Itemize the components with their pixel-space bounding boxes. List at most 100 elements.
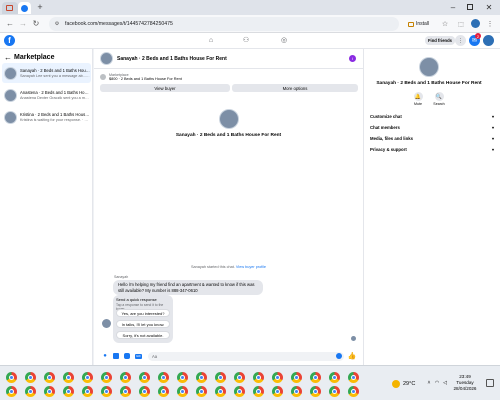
taskbar-chrome-icon[interactable] xyxy=(234,372,245,383)
listing-card[interactable]: Marketplace $800 · 2 Beds and 1 Baths Ho… xyxy=(100,70,358,84)
mic-icon[interactable]: ● xyxy=(102,353,108,360)
forward-icon[interactable]: → xyxy=(18,18,28,28)
taskbar-chrome-icon[interactable] xyxy=(329,386,340,397)
inbox-title: Marketplace xyxy=(14,53,55,61)
facebook-logo[interactable]: f xyxy=(4,35,15,46)
section-privacy-support[interactable]: Privacy & support ▾ xyxy=(370,144,494,155)
taskbar-chrome-icon[interactable] xyxy=(139,372,150,383)
account-avatar[interactable] xyxy=(483,35,494,46)
taskbar-chrome-icon[interactable] xyxy=(139,386,150,397)
conversation-item[interactable]: Sanayah · 2 Beds and 1 Baths House For R… xyxy=(2,63,91,83)
taskbar-chrome-icon[interactable] xyxy=(177,372,188,383)
chat-header-thumbnail xyxy=(100,52,113,65)
taskbar-chrome-icon[interactable] xyxy=(82,386,93,397)
chat-panel: Sanayah · 2 Beds and 1 Baths House For R… xyxy=(94,49,363,365)
taskbar-chrome-icon[interactable] xyxy=(6,386,17,397)
maximize-icon[interactable] xyxy=(467,4,473,10)
back-arrow-icon[interactable]: ← xyxy=(4,52,12,62)
taskbar-chrome-icon[interactable] xyxy=(6,372,17,383)
new-tab-icon[interactable]: + xyxy=(35,2,45,12)
quick-reply-yes[interactable]: Yes, are you interested? xyxy=(116,309,170,317)
volume-icon[interactable]: ◁ xyxy=(442,379,448,387)
groups-icon[interactable]: ◎ xyxy=(279,35,289,45)
taskbar-chrome-icon[interactable] xyxy=(310,386,321,397)
taskbar-chrome-icon[interactable] xyxy=(215,386,226,397)
reload-icon[interactable]: ↻ xyxy=(31,18,41,28)
section-customize-chat[interactable]: Customize chat ▾ xyxy=(370,111,494,122)
taskbar-chrome-icon[interactable] xyxy=(25,372,36,383)
taskbar-chrome-icon[interactable] xyxy=(158,372,169,383)
extensions-icon[interactable]: ⬚ xyxy=(456,19,466,29)
taskbar-chrome-icon[interactable] xyxy=(348,372,359,383)
conversation-item[interactable]: Anastena · 2 Beds and 1 Baths House For … xyxy=(2,85,91,105)
profile-avatar[interactable] xyxy=(471,19,480,28)
taskbar-chrome-icon[interactable] xyxy=(272,386,283,397)
tray-chevron-icon[interactable]: ˄ xyxy=(426,379,432,387)
address-bar[interactable]: ⚙ facebook.com/messages/t/14457427842504… xyxy=(49,17,399,31)
notifications-icon[interactable] xyxy=(486,379,494,387)
view-buyer-profile-link[interactable]: View buyer profile xyxy=(236,265,266,269)
taskbar-chrome-icon[interactable] xyxy=(158,386,169,397)
quick-reply-in-talks[interactable]: In talks, I'll let you know. xyxy=(116,320,170,328)
browser-menu-icon[interactable]: ⋮ xyxy=(486,19,494,29)
taskbar-chrome-icon[interactable] xyxy=(177,386,188,397)
taskbar-chrome-icon[interactable] xyxy=(63,386,74,397)
sticker-icon[interactable] xyxy=(124,353,130,359)
like-icon[interactable]: 👍 xyxy=(348,352,357,360)
section-media-files-links[interactable]: Media, files and links ▾ xyxy=(370,133,494,144)
taskbar-chrome-icon[interactable] xyxy=(291,372,302,383)
find-friends-button[interactable]: Find friends xyxy=(425,36,455,45)
conversation-item[interactable]: Kristina · 2 Beds and 1 Baths House For … xyxy=(2,107,91,127)
close-window-icon[interactable]: ✕ xyxy=(484,2,494,12)
chat-info-icon[interactable]: i xyxy=(349,55,356,62)
taskbar-chrome-icon[interactable] xyxy=(196,372,207,383)
taskbar-chrome-icon[interactable] xyxy=(63,372,74,383)
taskbar-chrome-icon[interactable] xyxy=(253,386,264,397)
taskbar-chrome-icon[interactable] xyxy=(25,386,36,397)
taskbar-chrome-icon[interactable] xyxy=(215,372,226,383)
taskbar-chrome-icon[interactable] xyxy=(44,372,55,383)
taskbar-chrome-icon[interactable] xyxy=(253,372,264,383)
bell-icon: 🔔 xyxy=(413,92,423,101)
more-options-button[interactable]: More options xyxy=(232,84,358,92)
message-bubble: Hello i'm helping my friend find an apar… xyxy=(113,280,263,295)
minimize-icon[interactable]: – xyxy=(448,2,458,12)
section-chat-members[interactable]: Chat members ▾ xyxy=(370,122,494,133)
wifi-icon[interactable]: ◠ xyxy=(434,379,440,387)
taskbar-chrome-icon[interactable] xyxy=(310,372,321,383)
taskbar-chrome-icon[interactable] xyxy=(291,386,302,397)
photo-icon[interactable] xyxy=(113,353,119,359)
bookmark-star-icon[interactable]: ☆ xyxy=(440,19,450,29)
view-buyer-button[interactable]: View buyer xyxy=(100,84,230,92)
taskbar-chrome-icon[interactable] xyxy=(272,372,283,383)
quick-reply-not-available[interactable]: Sorry, it's not available. xyxy=(116,331,170,339)
chrome-center-icon xyxy=(47,389,52,394)
home-icon[interactable]: ⌂ xyxy=(206,35,216,45)
emoji-icon[interactable] xyxy=(336,353,342,359)
taskbar-chrome-icon[interactable] xyxy=(329,372,340,383)
taskbar-chrome-icon[interactable] xyxy=(101,372,112,383)
search-button[interactable]: 🔍 Search xyxy=(432,92,446,106)
taskbar-chrome-icon[interactable] xyxy=(234,386,245,397)
site-info-icon[interactable]: ⚙ xyxy=(52,19,62,29)
mute-button[interactable]: 🔔 Mute xyxy=(411,92,425,106)
friends-icon[interactable]: ⚇ xyxy=(241,35,251,45)
taskbar-chrome-icon[interactable] xyxy=(120,386,131,397)
message-input[interactable]: Aa xyxy=(148,351,344,361)
weather-widget[interactable]: 29°C xyxy=(392,378,415,390)
taskbar-chrome-icon[interactable] xyxy=(82,372,93,383)
menu-grid-icon[interactable]: ⋮ xyxy=(455,35,466,46)
install-button[interactable]: Install xyxy=(408,19,429,29)
taskbar-chrome-icon[interactable] xyxy=(348,386,359,397)
taskbar-chrome-icon[interactable] xyxy=(44,386,55,397)
taskbar-chrome-icon[interactable] xyxy=(196,386,207,397)
back-icon[interactable]: ← xyxy=(5,18,15,28)
browser-tab-gmail[interactable] xyxy=(2,2,18,14)
url-text: facebook.com/messages/t/1445742784250475 xyxy=(65,21,173,27)
clock[interactable]: 23:49 Tuesday 28/04/2026 xyxy=(452,374,478,392)
taskbar-chrome-icon[interactable] xyxy=(120,372,131,383)
chat-hero-avatar xyxy=(219,109,239,129)
taskbar-chrome-icon[interactable] xyxy=(101,386,112,397)
gif-icon[interactable]: GIF xyxy=(135,353,142,359)
browser-tab-facebook[interactable] xyxy=(18,2,31,14)
